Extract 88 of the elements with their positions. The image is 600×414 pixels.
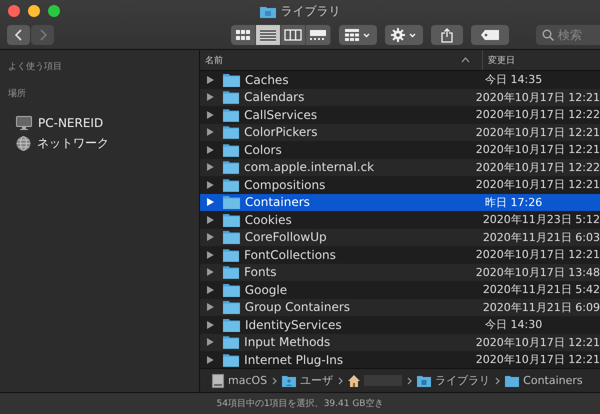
disclosure-triangle-icon[interactable] [207,163,214,172]
chevron-right-icon [38,29,46,41]
folder-icon [222,160,240,174]
chevron-right-icon [407,376,412,384]
list-icon [259,29,277,41]
disclosure-triangle-icon[interactable] [207,110,214,119]
folder-icon [222,248,240,262]
file-row[interactable]: Calendars 2020年10月17日 12:21 [200,88,600,106]
file-row[interactable]: Group Containers 2020年11月21日 6:09 [200,298,600,316]
disclosure-triangle-icon[interactable] [207,128,214,136]
folder-icon [222,282,240,297]
folder-icon [222,335,240,350]
sidebar-item[interactable]: ネットワーク [0,133,199,154]
chevron-left-icon [14,29,22,41]
search-icon [542,29,554,41]
disclosure-triangle-icon[interactable] [207,216,214,224]
folder-icon [222,300,240,314]
disclosure-triangle-icon[interactable] [207,180,214,189]
gallery-icon [309,29,327,41]
disclosure-triangle-icon[interactable] [207,268,214,276]
folder-icon [222,352,240,367]
chevron-right-icon [338,376,344,384]
tag-button[interactable] [471,25,509,45]
folder-icon [222,125,240,140]
sidebar-section-title: 場所 [7,88,27,101]
hard-drive-icon [212,374,224,388]
path-item[interactable] [348,374,402,386]
disclosure-triangle-icon[interactable] [207,286,214,294]
chevron-right-icon [495,376,500,384]
library-folder-icon [417,374,432,386]
folder-icon [223,72,240,87]
close-button[interactable] [8,5,20,17]
gear-dropdown-icon [391,28,417,42]
search-field[interactable]: 検索 [536,25,600,45]
grid-dropdown-icon [345,29,371,41]
back-button[interactable] [7,25,30,45]
tag-icon [481,30,499,40]
disclosure-triangle-icon[interactable] [207,146,214,154]
house-icon [348,374,360,386]
column-header[interactable]: 名前 [200,50,483,70]
folder-icon [223,195,240,210]
folder-icon [222,90,240,104]
grid-icon [234,29,252,41]
file-row[interactable]: Containers 昨日 17:26 [200,194,600,211]
folder-icon [222,265,240,280]
disclosure-triangle-icon[interactable] [207,356,214,364]
folder-icon [505,374,520,386]
minimize-button[interactable] [28,5,40,17]
sidebar-item[interactable]: PC-NEREID [0,112,199,133]
file-row[interactable]: CoreFollowUp 2020年11月21日 6:03 [200,228,600,246]
folder-icon [222,142,240,157]
file-row[interactable]: ColorPickers 2020年10月17日 12:21 [200,124,600,141]
file-row[interactable]: Input Methods 2020年10月17日 12:21 [200,334,600,351]
zoom-button[interactable] [48,5,60,17]
share-icon [441,28,453,42]
path-item[interactable]: ライブラリ [417,373,490,388]
file-row[interactable]: Fonts 2020年10月17日 13:48 [200,264,600,281]
disclosure-triangle-icon[interactable] [207,338,214,346]
user-folder-icon [282,374,296,386]
file-row[interactable]: com.apple.internal.ck 2020年10月17日 12:22 [200,158,600,176]
disclosure-triangle-icon[interactable] [207,250,214,259]
status-text: 54項目中の1項目を選択、39.41 GB空き [216,398,384,410]
disclosure-triangle-icon[interactable] [207,93,214,102]
folder-icon [222,230,240,244]
share-button[interactable] [431,25,463,45]
disclosure-triangle-icon[interactable] [207,320,214,329]
column-header[interactable]: 変更日 [483,50,520,70]
library-folder-icon [260,5,276,18]
path-item[interactable]: Containers [505,374,583,387]
group-button[interactable] [339,25,377,45]
folder-icon [222,212,240,227]
window-title: ライブラリ [280,3,340,20]
columns-icon [284,29,302,41]
disclosure-triangle-icon[interactable] [207,303,214,312]
disclosure-triangle-icon[interactable] [207,198,214,206]
folder-icon [222,108,240,122]
path-item[interactable]: macOS [212,374,268,388]
list-view-button[interactable] [256,25,281,45]
disclosure-triangle-icon[interactable] [207,76,214,84]
disclosure-triangle-icon[interactable] [207,233,214,242]
monitor-icon [16,116,32,130]
folder-icon [222,178,240,192]
globe-icon [16,136,31,151]
settings-button[interactable] [385,25,423,45]
path-item[interactable]: ユーザ [282,373,334,388]
folder-icon [223,318,240,332]
chevron-right-icon [272,376,278,384]
sidebar-section-title: よく使う項目 [7,60,63,74]
